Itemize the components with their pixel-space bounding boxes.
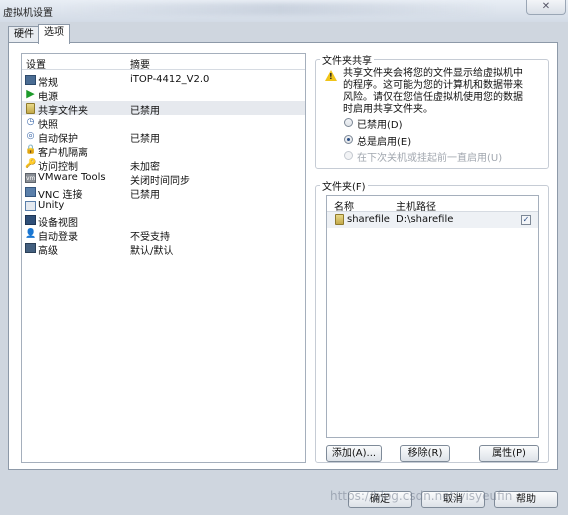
radio-label-until-poweroff: 在下次关机或挂起前一直启用(U) (357, 153, 503, 164)
settings-row-summary: iTOP-4412_V2.0 (130, 74, 210, 85)
settings-row-power[interactable]: ▶ 电源 (22, 87, 305, 103)
power-icon: ▶ (26, 87, 35, 100)
folder-host-path: D:\sharefile (396, 214, 454, 225)
title-bar: 虚拟机设置 ✕ (0, 0, 568, 22)
settings-row-name: VMware Tools (38, 172, 106, 183)
warning-text: 共享文件夹会将您的文件显示给虚拟机中 的程序。这可能为您的计算机和数据带来 风险… (343, 68, 548, 116)
warning-icon: ! (325, 70, 337, 81)
help-button[interactable]: 帮助 (494, 491, 558, 508)
settings-list-header: 设置 摘要 (22, 54, 305, 71)
folders-list[interactable]: 名称 主机路径 sharefile D:\sharefile ✓ (326, 195, 539, 438)
autoprotect-icon: ◎ (26, 131, 35, 141)
options-panel: 设置 摘要 常规 iTOP-4412_V2.0 ▶ 电源 共享文件夹 已禁用 ◷… (8, 42, 558, 470)
vnc-icon (25, 187, 36, 197)
settings-row-vmware-tools[interactable]: vm VMware Tools 关闭时间同步 (22, 171, 305, 187)
cancel-button[interactable]: 取消 (421, 491, 485, 508)
folder-row[interactable]: sharefile D:\sharefile ✓ (327, 212, 538, 228)
settings-row-autologin[interactable]: 👤 自动登录 不受支持 (22, 227, 305, 243)
radio-always-enabled[interactable] (344, 135, 353, 144)
radio-until-poweroff (344, 151, 353, 160)
settings-row-advanced[interactable]: 高级 默认/默认 (22, 241, 305, 257)
title-bar-blur (60, 3, 500, 15)
vmware-tools-icon: vm (25, 173, 36, 183)
settings-row-autoprotect[interactable]: ◎ 自动保护 已禁用 (22, 129, 305, 145)
warning-line: 时启用共享文件夹。 (343, 104, 433, 115)
access-control-icon: 🔑 (25, 159, 37, 169)
warning-line: 的程序。这可能为您的计算机和数据带来 (343, 80, 523, 91)
folders-list-header: 名称 主机路径 (327, 196, 538, 213)
warning-line: 共享文件夹会将您的文件显示给虚拟机中 (343, 68, 523, 79)
folder-enabled-checkbox[interactable]: ✓ (521, 215, 531, 225)
settings-row-summary: 默认/默认 (130, 246, 174, 257)
settings-list[interactable]: 设置 摘要 常规 iTOP-4412_V2.0 ▶ 电源 共享文件夹 已禁用 ◷… (21, 53, 306, 463)
guest-isolation-icon: 🔒 (25, 145, 37, 155)
radio-label-always-enabled[interactable]: 总是启用(E) (357, 133, 411, 148)
autologin-icon: 👤 (25, 229, 37, 239)
window-title: 虚拟机设置 (3, 8, 53, 19)
column-header-name[interactable]: 名称 (334, 198, 354, 213)
warning-line: 风险。请仅在您信任虚拟机使用您的数据 (343, 92, 523, 103)
close-button[interactable]: ✕ (526, 0, 566, 15)
ok-button[interactable]: 确定 (348, 491, 412, 508)
tab-hardware[interactable]: 硬件 (8, 26, 40, 43)
folder-name: sharefile (347, 214, 390, 225)
settings-row-shared-folders[interactable]: 共享文件夹 已禁用 (22, 101, 305, 117)
settings-row-general[interactable]: 常规 iTOP-4412_V2.0 (22, 73, 305, 89)
settings-row-vnc[interactable]: VNC 连接 已禁用 (22, 185, 305, 201)
column-header-host-path[interactable]: 主机路径 (396, 198, 436, 213)
settings-row-snapshot[interactable]: ◷ 快照 (22, 115, 305, 131)
add-folder-button[interactable]: 添加(A)... (326, 445, 382, 462)
folder-properties-button[interactable]: 属性(P) (479, 445, 539, 462)
shared-folders-icon (25, 103, 36, 114)
tab-options[interactable]: 选项 (38, 24, 70, 44)
column-header-setting[interactable]: 设置 (26, 56, 46, 71)
settings-row-unity[interactable]: Unity (22, 199, 305, 213)
snapshot-icon: ◷ (26, 117, 35, 127)
radio-label-disabled[interactable]: 已禁用(D) (357, 116, 403, 131)
settings-row-access-control[interactable]: 🔑 访问控制 未加密 (22, 157, 305, 173)
advanced-icon (25, 243, 36, 253)
settings-row-name: Unity (38, 200, 65, 211)
unity-icon (25, 201, 36, 211)
column-header-summary[interactable]: 摘要 (130, 56, 150, 71)
radio-disabled-option[interactable] (344, 118, 353, 127)
folders-label: 文件夹(F) (320, 178, 368, 193)
settings-row-guest-isolation[interactable]: 🔒 客户机隔离 (22, 143, 305, 159)
general-icon (25, 75, 36, 85)
appliance-view-icon (25, 215, 36, 225)
folder-sharing-label: 文件夹共享 (320, 52, 374, 67)
settings-row-name: 高级 (38, 246, 58, 257)
shared-folder-icon (335, 214, 344, 225)
remove-folder-button[interactable]: 移除(R) (400, 445, 450, 462)
settings-row-appliance-view[interactable]: 设备视图 (22, 213, 305, 229)
